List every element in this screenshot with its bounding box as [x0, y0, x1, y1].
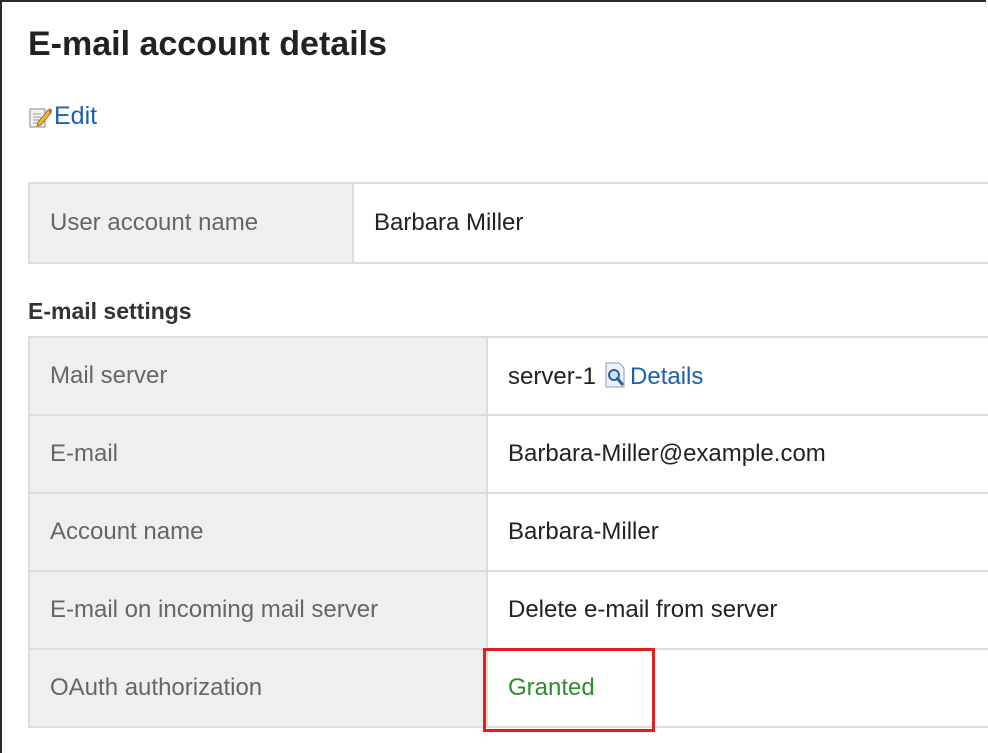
mail-server-value: server-1: [508, 362, 597, 390]
email-label: E-mail: [28, 414, 488, 494]
user-account-name-label: User account name: [28, 182, 354, 264]
oauth-status-granted: Granted: [508, 674, 595, 701]
user-account-name-value: Barbara Miller: [352, 182, 988, 264]
mail-server-value-cell: server-1 Details: [486, 336, 988, 416]
table-row: Mail server server-1 Details: [28, 336, 988, 416]
page-title: E-mail account details: [28, 25, 387, 63]
magnifier-icon[interactable]: [604, 362, 626, 388]
table-row: OAuth authorization Granted: [28, 648, 988, 728]
user-account-table: User account name Barbara Miller: [28, 182, 988, 264]
details-link[interactable]: Details: [630, 363, 703, 390]
account-name-label: Account name: [28, 492, 488, 572]
email-value: Barbara-Miller@example.com: [486, 414, 988, 494]
table-row: Account name Barbara-Miller: [28, 492, 988, 572]
email-settings-heading: E-mail settings: [28, 298, 192, 324]
table-row: User account name Barbara Miller: [28, 182, 988, 264]
table-row: E-mail Barbara-Miller@example.com: [28, 414, 988, 494]
account-name-value: Barbara-Miller: [486, 492, 988, 572]
incoming-mail-value: Delete e-mail from server: [486, 570, 988, 650]
mail-server-label: Mail server: [28, 336, 488, 416]
incoming-mail-label: E-mail on incoming mail server: [28, 570, 488, 650]
email-settings-table: Mail server server-1 Details E-mail Barb…: [28, 336, 988, 728]
oauth-authorization-value-cell: Granted: [486, 648, 988, 728]
edit-icon: [29, 107, 52, 127]
oauth-authorization-label: OAuth authorization: [28, 648, 488, 728]
table-row: E-mail on incoming mail server Delete e-…: [28, 570, 988, 650]
edit-link[interactable]: Edit: [28, 102, 97, 131]
details-panel: E-mail account details Edit User account…: [0, 0, 988, 753]
edit-label[interactable]: Edit: [54, 102, 97, 131]
